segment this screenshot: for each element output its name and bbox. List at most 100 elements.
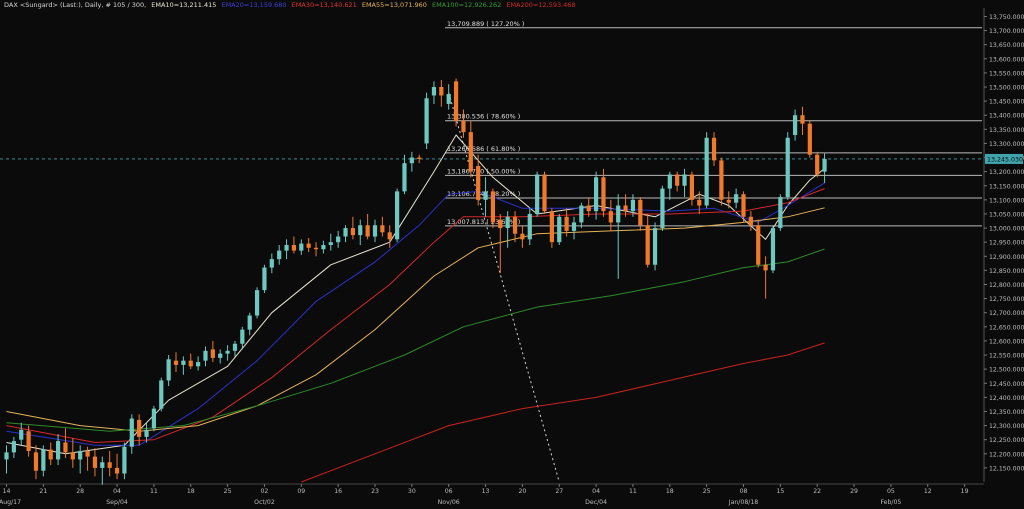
candle-body [55,441,61,460]
candle-body [579,205,584,223]
candle-down [756,219,761,268]
candle-down [92,448,98,477]
candle-body [520,233,525,240]
candle-body [424,98,429,144]
candle-body [225,350,230,354]
y-tick-label: 12,850.000 [989,268,1024,275]
candle-down [763,256,768,299]
x-tick-label: 23 [371,488,379,495]
candle-body [726,199,731,203]
y-tick-label: 13,300.000 [989,141,1024,148]
candle-body [26,431,31,451]
candle-body [210,349,215,358]
candle-down [498,213,503,274]
candle-up [151,405,156,432]
candle-up [122,442,127,480]
fib-level-label: 13,186.720 ( 50.00% ) [447,167,520,175]
y-tick-label: 13,650.000 [989,42,1024,49]
candle-up [682,168,687,198]
candle-up [232,340,238,357]
candle-body [431,87,437,96]
candle-up [527,208,532,245]
candle-body [564,216,569,231]
y-tick-label: 13,050.000 [989,211,1024,218]
candle-down [48,442,53,466]
candle-body [343,228,348,237]
candle-body [763,264,768,271]
candle-body [321,245,326,250]
candle-body [675,174,680,186]
candle-down [468,120,473,178]
candle-body [571,222,577,231]
candle-down [291,236,297,254]
x-tick-label: 21 [39,488,47,495]
candle-body [549,211,554,243]
candle-body [372,225,378,237]
x-month-label: Jan/08/18 [728,499,759,506]
candle-body [173,360,179,365]
candle-up [358,219,363,245]
candle-up [431,81,437,104]
candle-body [645,225,650,265]
candle-body [78,450,83,460]
candle-body [85,450,90,457]
candle-body [122,446,127,474]
x-tick-label: 05 [887,488,895,495]
candle-up [616,194,621,279]
y-tick-label: 13,400.000 [989,113,1024,120]
x-month-label: Aug/17 [0,499,21,506]
x-tick-label: 16 [334,488,342,495]
chart-legend: DAX <Sungard> (Last:), Daily, # 105 / 30… [4,1,579,9]
candle-up [336,230,341,248]
candle-body [254,290,260,316]
candle-up [343,225,348,243]
y-tick-label: 13,100.000 [989,197,1024,204]
candle-body [756,225,761,265]
candle-body [741,194,746,217]
candle-down [549,208,554,248]
x-tick-label: 04 [113,488,121,495]
x-tick-label: 20 [518,488,526,495]
x-tick-label: 12 [924,488,932,495]
candle-up [704,132,709,209]
candle-body [299,243,304,251]
y-tick-label: 12,650.000 [989,324,1024,331]
legend-ema55: EMA55=13,071.960 [361,1,427,9]
candle-up [535,171,540,217]
candle-body [586,205,591,212]
candle-body [697,199,702,206]
candle-body [313,247,319,250]
candle-down [350,216,355,240]
candle-body [70,452,75,460]
x-tick-label: 11 [629,488,637,495]
candle-down [114,453,120,480]
candle-body [262,267,267,291]
candle-down [711,132,717,166]
x-tick-label: 18 [187,488,195,495]
candle-body [822,158,827,172]
y-tick-label: 13,150.000 [989,183,1024,190]
candle-body [218,353,223,358]
candle-body [358,225,363,236]
candle-body [417,157,422,159]
candle-down [601,168,606,217]
x-tick-label: 28 [76,488,84,495]
fib-level-label: 13,266.686 ( 61.80% ) [447,145,520,153]
candle-body [542,174,547,212]
candle-body [291,245,297,251]
candle-up [594,171,599,220]
candle-down [807,120,812,158]
x-tick-label: 25 [224,488,232,495]
candle-up [269,253,274,274]
candle-body [387,232,392,240]
x-tick-label: 18 [666,488,674,495]
candle-up [159,377,164,412]
candle-body [483,191,488,200]
candle-body [247,315,252,330]
candle-body [41,449,46,471]
price-chart[interactable]: 12,150.000 12,200.000 12,250.000 12,300.000… [0,0,1024,509]
candle-down [520,225,525,248]
candle-down [726,191,731,209]
candle-body [630,199,636,212]
y-tick-label: 13,500.000 [989,85,1024,92]
